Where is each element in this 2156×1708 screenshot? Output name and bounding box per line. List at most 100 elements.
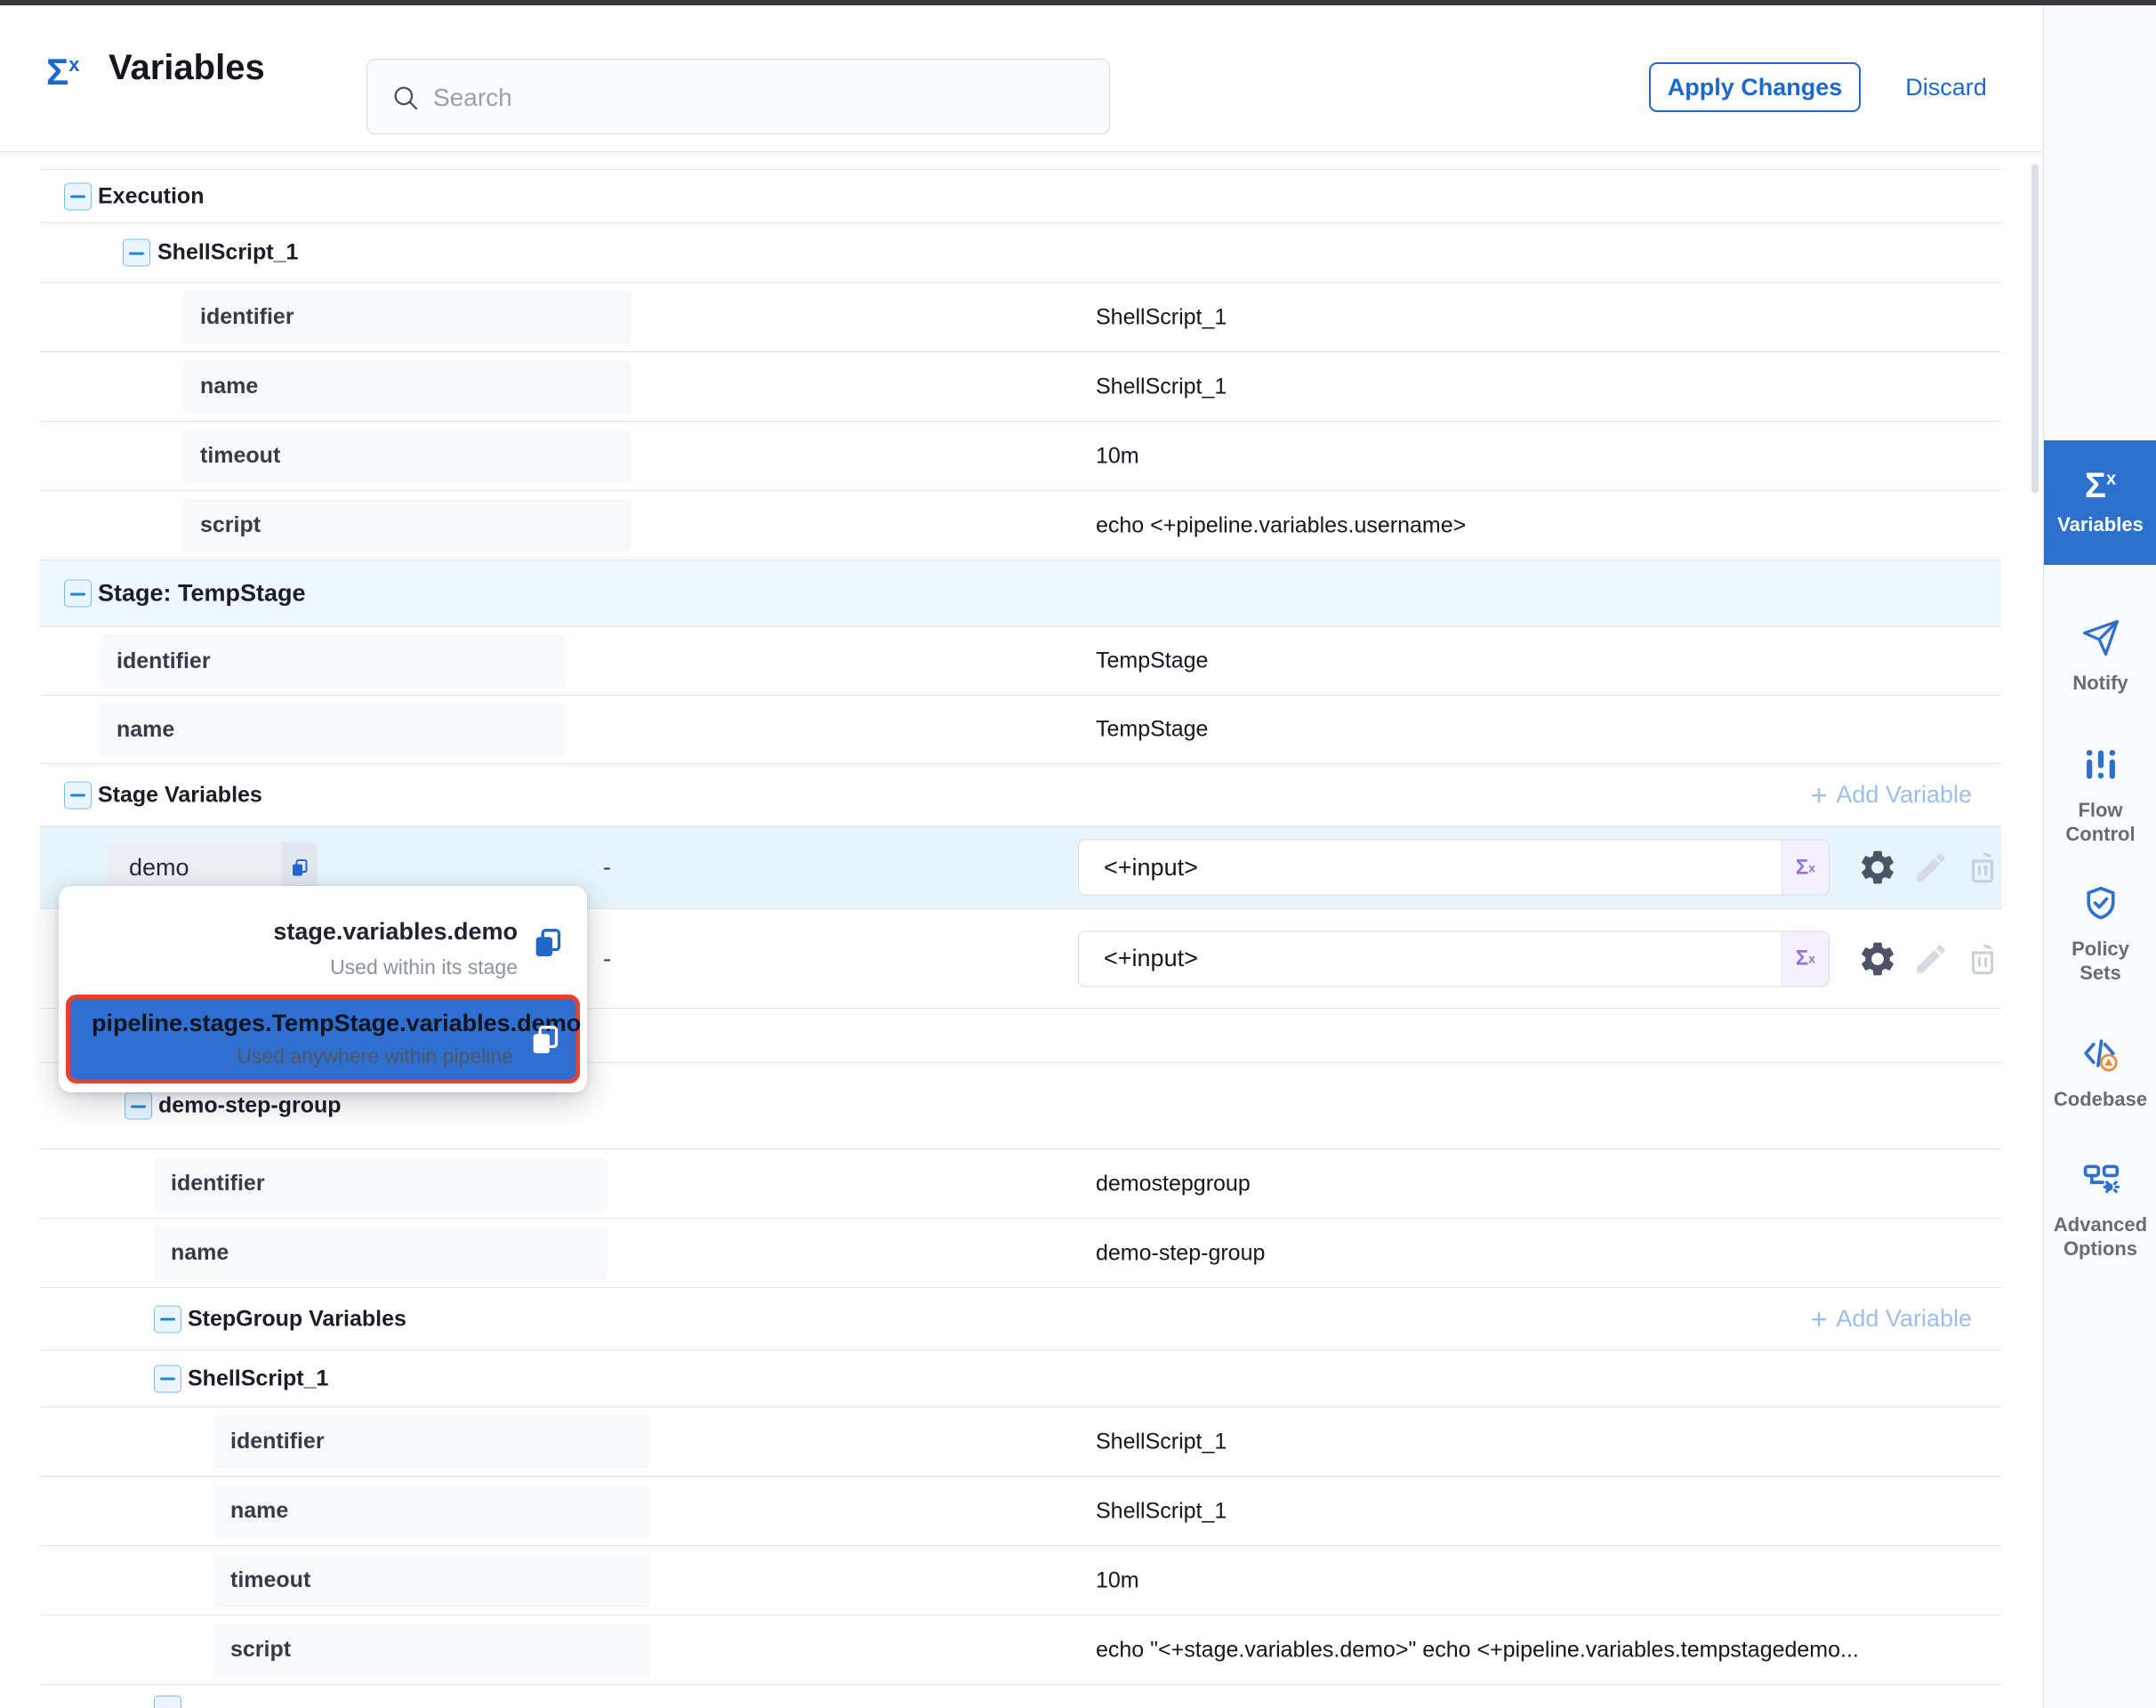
- field-label-chip: name: [183, 360, 632, 414]
- table-row-name-8: name TempStage: [40, 696, 2001, 764]
- field-label-chip: identifier: [213, 1415, 650, 1469]
- row-actions: [1857, 939, 2001, 979]
- collapse-toggle-icon[interactable]: [123, 239, 150, 267]
- group-label: ShellScript_1: [157, 240, 298, 266]
- delete-trash-icon[interactable]: [1964, 940, 2001, 978]
- field-value: ShellScript_1: [1096, 304, 1227, 330]
- field-value: demostepgroup: [1096, 1171, 1251, 1196]
- field-label-chip: name: [100, 703, 565, 756]
- variable-value-input[interactable]: <+input> Σx: [1078, 931, 1830, 987]
- group-label: Stage: TempStage: [98, 580, 306, 608]
- popup-item-pipeline-stages-tempstage-variables-demo[interactable]: pipeline.stages.TempStage.variables.demo…: [66, 995, 580, 1084]
- settings-gear-icon[interactable]: [1857, 847, 1898, 888]
- right-sidebar: ΣxVariables Notify Flow Control Policy Sets…: [2043, 5, 2156, 1708]
- sidebar-item-advanced-options[interactable]: Advanced Options: [2044, 1155, 2156, 1266]
- field-value: TempStage: [1096, 717, 1208, 743]
- code-warning-icon: [2081, 1035, 2120, 1078]
- group-label: StepGroup Variables: [188, 1306, 406, 1332]
- table-row-partial-22: [40, 1685, 2001, 1708]
- table-row-identifier-7: identifierTempStage: [40, 627, 2001, 696]
- table-row-stage-variables: Stage Variables +Add Variable: [40, 764, 2001, 826]
- table-row-stage-tempstage: Stage: TempStage: [40, 560, 2001, 627]
- field-label: name: [171, 1240, 229, 1266]
- table-row-identifier-18: identifier ShellScript_1: [40, 1407, 2001, 1477]
- field-value: echo <+pipeline.variables.username>: [1096, 512, 1466, 538]
- sidebar-item-flow-control[interactable]: Flow Control: [2044, 740, 2156, 851]
- sidebar-item-label: Variables: [2052, 512, 2150, 537]
- sidebar-item-label: Notify: [2052, 671, 2150, 696]
- scrollbar-thumb[interactable]: [2031, 164, 2039, 493]
- edit-pencil-icon[interactable]: [1912, 849, 1950, 886]
- variable-value-input[interactable]: <+input> Σx: [1078, 840, 1830, 896]
- table-row-script-21: scriptecho "<+stage.variables.demo>" ech…: [40, 1615, 2001, 1685]
- field-value: ShellScript_1: [1096, 1429, 1227, 1454]
- field-label: script: [200, 512, 261, 538]
- table-row-name-15: name demo-step-group: [40, 1219, 2001, 1288]
- group-label: Stage Variables: [98, 782, 262, 808]
- copy-button[interactable]: [282, 842, 318, 893]
- add-variable-button[interactable]: +Add Variable: [1811, 781, 1972, 810]
- runtime-input-sigma-button[interactable]: Σx: [1782, 931, 1829, 986]
- sigma-icon: Σx: [46, 53, 79, 91]
- field-label-chip: timeout: [183, 430, 632, 483]
- collapse-toggle-icon[interactable]: [154, 1305, 181, 1333]
- table-row-timeout-4: timeout10m: [40, 422, 2001, 491]
- panel-header: Σx Variables Apply Changes Discard: [0, 5, 2043, 152]
- variables-panel: Σx Variables Apply Changes Discard Execu…: [0, 0, 2156, 1708]
- edit-pencil-icon[interactable]: [1912, 940, 1950, 978]
- sidebar-item-notify[interactable]: Notify: [2044, 610, 2156, 704]
- sidebar-item-policy-sets[interactable]: Policy Sets: [2044, 879, 2156, 990]
- popup-item-title: stage.variables.demo: [273, 918, 518, 946]
- variable-value-text: <+input>: [1104, 854, 1198, 882]
- table-row-script-5: script echo <+pipeline.variables.username…: [40, 491, 2001, 560]
- sliders-icon: [2081, 745, 2120, 789]
- field-label-chip: name: [154, 1227, 607, 1280]
- settings-gear-icon[interactable]: [1857, 939, 1898, 979]
- group-label: Execution: [98, 183, 204, 209]
- table-row-identifier-14: identifierdemostepgroup: [40, 1149, 2001, 1219]
- collapse-toggle-icon[interactable]: [64, 781, 92, 809]
- delete-trash-icon[interactable]: [1964, 849, 2001, 886]
- variable-value-text: <+input>: [1104, 945, 1198, 972]
- field-label-chip: identifier: [100, 634, 565, 688]
- discard-button[interactable]: Discard: [1893, 62, 1999, 112]
- field-label: name: [117, 717, 174, 743]
- paper-plane-icon: [2081, 618, 2120, 662]
- field-label: script: [230, 1637, 291, 1663]
- field-label: name: [230, 1498, 288, 1524]
- field-label: timeout: [230, 1567, 310, 1593]
- popup-item-stage-variables-demo[interactable]: stage.variables.demoUsed within its stag…: [59, 893, 587, 989]
- plus-icon: +: [1811, 1305, 1828, 1333]
- sidebar-item-label: Flow Control: [2052, 798, 2150, 847]
- table-row-stepgroup-variables: StepGroup Variables +Add Variable: [40, 1288, 2001, 1350]
- popup-item-subtitle: Used anywhere within pipeline: [237, 1044, 513, 1068]
- field-value: ShellScript_1: [1096, 374, 1227, 399]
- group-label: demo-step-group: [158, 1093, 342, 1119]
- add-variable-button[interactable]: +Add Variable: [1811, 1305, 1972, 1333]
- collapse-toggle-icon[interactable]: [64, 182, 92, 210]
- collapse-toggle-icon[interactable]: [154, 1365, 181, 1392]
- field-value: 10m: [1096, 1567, 1139, 1593]
- flowchart-gear-icon: [2081, 1160, 2120, 1204]
- group-label: ShellScript_1: [188, 1366, 328, 1391]
- table-row-shellscript-1: ShellScript_1: [40, 223, 2001, 283]
- sidebar-item-variables[interactable]: ΣxVariables: [2044, 440, 2156, 565]
- popup-item-title: pipeline.stages.TempStage.variables.demo: [92, 1010, 581, 1037]
- collapse-toggle-icon[interactable]: [64, 580, 92, 608]
- search-input[interactable]: [431, 60, 1093, 135]
- field-label-chip: timeout: [213, 1554, 650, 1607]
- field-value: ShellScript_1: [1096, 1498, 1227, 1524]
- runtime-input-sigma-button[interactable]: Σx: [1782, 841, 1829, 895]
- collapse-toggle-icon[interactable]: [125, 1092, 152, 1120]
- required-dash: -: [603, 854, 611, 882]
- field-label: identifier: [230, 1429, 325, 1454]
- copy-icon[interactable]: [527, 1022, 563, 1062]
- field-label-chip: script: [213, 1623, 650, 1677]
- copy-icon[interactable]: [530, 925, 566, 965]
- search-box[interactable]: [366, 59, 1110, 134]
- collapse-toggle-icon[interactable]: [154, 1696, 181, 1708]
- apply-changes-button[interactable]: Apply Changes: [1649, 62, 1861, 112]
- field-value: demo-step-group: [1096, 1240, 1265, 1266]
- sidebar-item-codebase[interactable]: Codebase: [2044, 1027, 2156, 1120]
- variable-name-input[interactable]: demo: [107, 842, 318, 893]
